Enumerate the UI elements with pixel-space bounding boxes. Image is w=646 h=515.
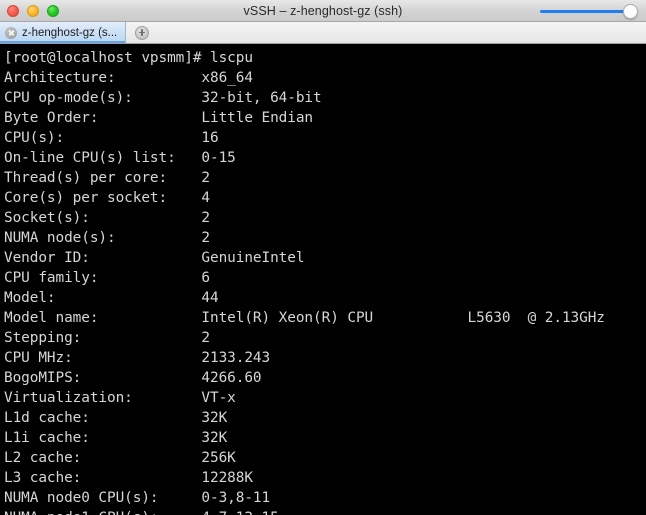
terminal-line: Virtualization: VT-x: [4, 390, 236, 406]
terminal-line: CPU(s): 16: [4, 130, 219, 146]
maximize-window-button[interactable]: [47, 4, 59, 17]
terminal-output: [root@localhost vpsmm]# lscpu Architectu…: [4, 48, 646, 515]
window-controls: [0, 4, 59, 17]
tab-label: z-henghost-gz (s...: [22, 26, 118, 39]
terminal-line: BogoMIPS: 4266.60: [4, 370, 262, 386]
close-icon[interactable]: [5, 26, 17, 39]
terminal-line: Core(s) per socket: 4: [4, 190, 211, 206]
tab-bar: z-henghost-gz (s...: [0, 22, 646, 44]
slider-track[interactable]: [540, 9, 630, 13]
terminal-line: NUMA node1 CPU(s): 4-7,12-15: [4, 510, 279, 515]
minimize-window-button[interactable]: [27, 4, 39, 17]
terminal-line: L1d cache: 32K: [4, 410, 228, 426]
terminal-line: NUMA node(s): 2: [4, 230, 211, 246]
terminal-line: L2 cache: 256K: [4, 450, 236, 466]
window-titlebar[interactable]: vSSH – z-henghost-gz (ssh): [0, 0, 646, 22]
tab-z-henghost-gz[interactable]: z-henghost-gz (s...: [0, 22, 126, 43]
terminal-line: L3 cache: 12288K: [4, 470, 253, 486]
terminal-line: Socket(s): 2: [4, 210, 211, 226]
terminal-line: NUMA node0 CPU(s): 0-3,8-11: [4, 490, 271, 506]
plus-icon[interactable]: [135, 25, 149, 40]
terminal-line: CPU op-mode(s): 32-bit, 64-bit: [4, 90, 322, 106]
terminal-line: Model: 44: [4, 290, 219, 306]
terminal-line: Architecture: x86_64: [4, 70, 253, 86]
vssh-window: vSSH – z-henghost-gz (ssh) z-henghost-gz…: [0, 0, 646, 515]
terminal-line: On-line CPU(s) list: 0-15: [4, 150, 236, 166]
terminal-line: Vendor ID: GenuineIntel: [4, 250, 305, 266]
terminal-screen[interactable]: [root@localhost vpsmm]# lscpu Architectu…: [0, 44, 646, 515]
terminal-line: Thread(s) per core: 2: [4, 170, 211, 186]
terminal-line: [root@localhost vpsmm]# lscpu: [4, 50, 253, 66]
terminal-line: Model name: Intel(R) Xeon(R) CPU L5630 @…: [4, 310, 605, 326]
terminal-line: Byte Order: Little Endian: [4, 110, 314, 126]
terminal-line: CPU MHz: 2133.243: [4, 350, 271, 366]
terminal-line: Stepping: 2: [4, 330, 211, 346]
tab-bar-empty-area: [126, 22, 646, 43]
terminal-line: L1i cache: 32K: [4, 430, 228, 446]
slider-knob[interactable]: [623, 3, 638, 19]
transparency-slider[interactable]: [540, 0, 638, 22]
close-window-button[interactable]: [7, 4, 19, 17]
terminal-line: CPU family: 6: [4, 270, 211, 286]
